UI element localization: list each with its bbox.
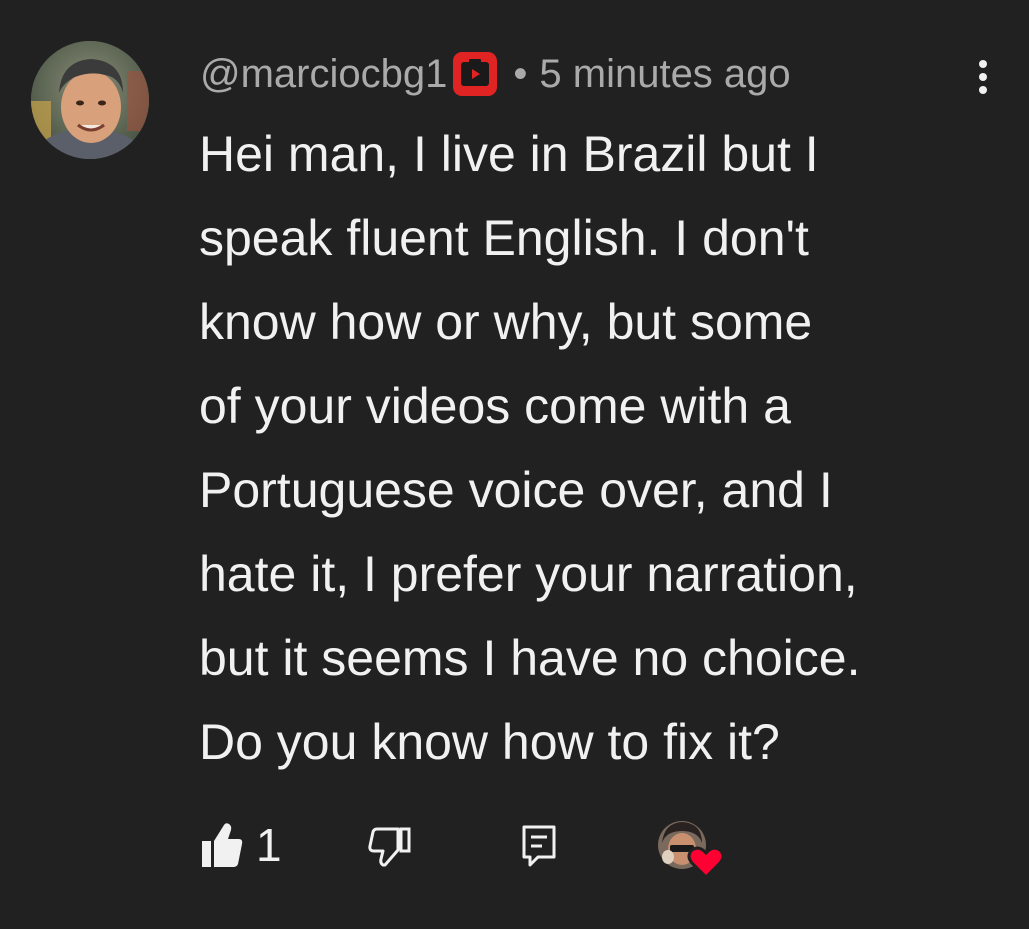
comment-line: Do you know how to fix it? xyxy=(199,714,780,770)
comment-thread: @marciocbg1 • 5 minutes ago Hei man, I l… xyxy=(0,0,1029,929)
more-options-button[interactable] xyxy=(968,58,998,98)
reply-icon xyxy=(522,825,556,867)
more-vert-icon xyxy=(979,60,987,94)
comment-line: know how or why, but some xyxy=(199,294,813,350)
comment-line: Hei man, I live in Brazil but I xyxy=(199,126,819,182)
comment-header: @marciocbg1 • 5 minutes ago xyxy=(200,44,791,104)
comment-line: hate it, I prefer your narration, xyxy=(199,546,858,602)
reply-button[interactable] xyxy=(520,821,560,873)
comment-timestamp[interactable]: 5 minutes ago xyxy=(539,52,790,97)
youtube-member-badge-icon xyxy=(451,50,499,98)
comment-actions: 1 xyxy=(0,815,1029,885)
thumbs-down-icon xyxy=(368,827,411,867)
comment-line: but it seems I have no choice. xyxy=(199,630,861,686)
dislike-button[interactable] xyxy=(368,821,412,873)
creator-heart xyxy=(656,817,726,881)
comment-line: of your videos come with a xyxy=(199,378,791,434)
comment-body: Hei man, I live in Brazil but I speak fl… xyxy=(199,112,999,784)
like-count: 1 xyxy=(256,819,282,871)
comment-line: speak fluent English. I don't xyxy=(199,210,809,266)
author-name[interactable]: @marciocbg1 xyxy=(200,52,447,97)
author-avatar[interactable] xyxy=(31,41,149,159)
creator-heart-icon xyxy=(687,846,725,880)
thumbs-up-icon xyxy=(202,823,243,867)
comment-line: Portuguese voice over, and I xyxy=(199,462,833,518)
like-button[interactable] xyxy=(200,819,244,871)
separator-dot: • xyxy=(513,51,528,96)
